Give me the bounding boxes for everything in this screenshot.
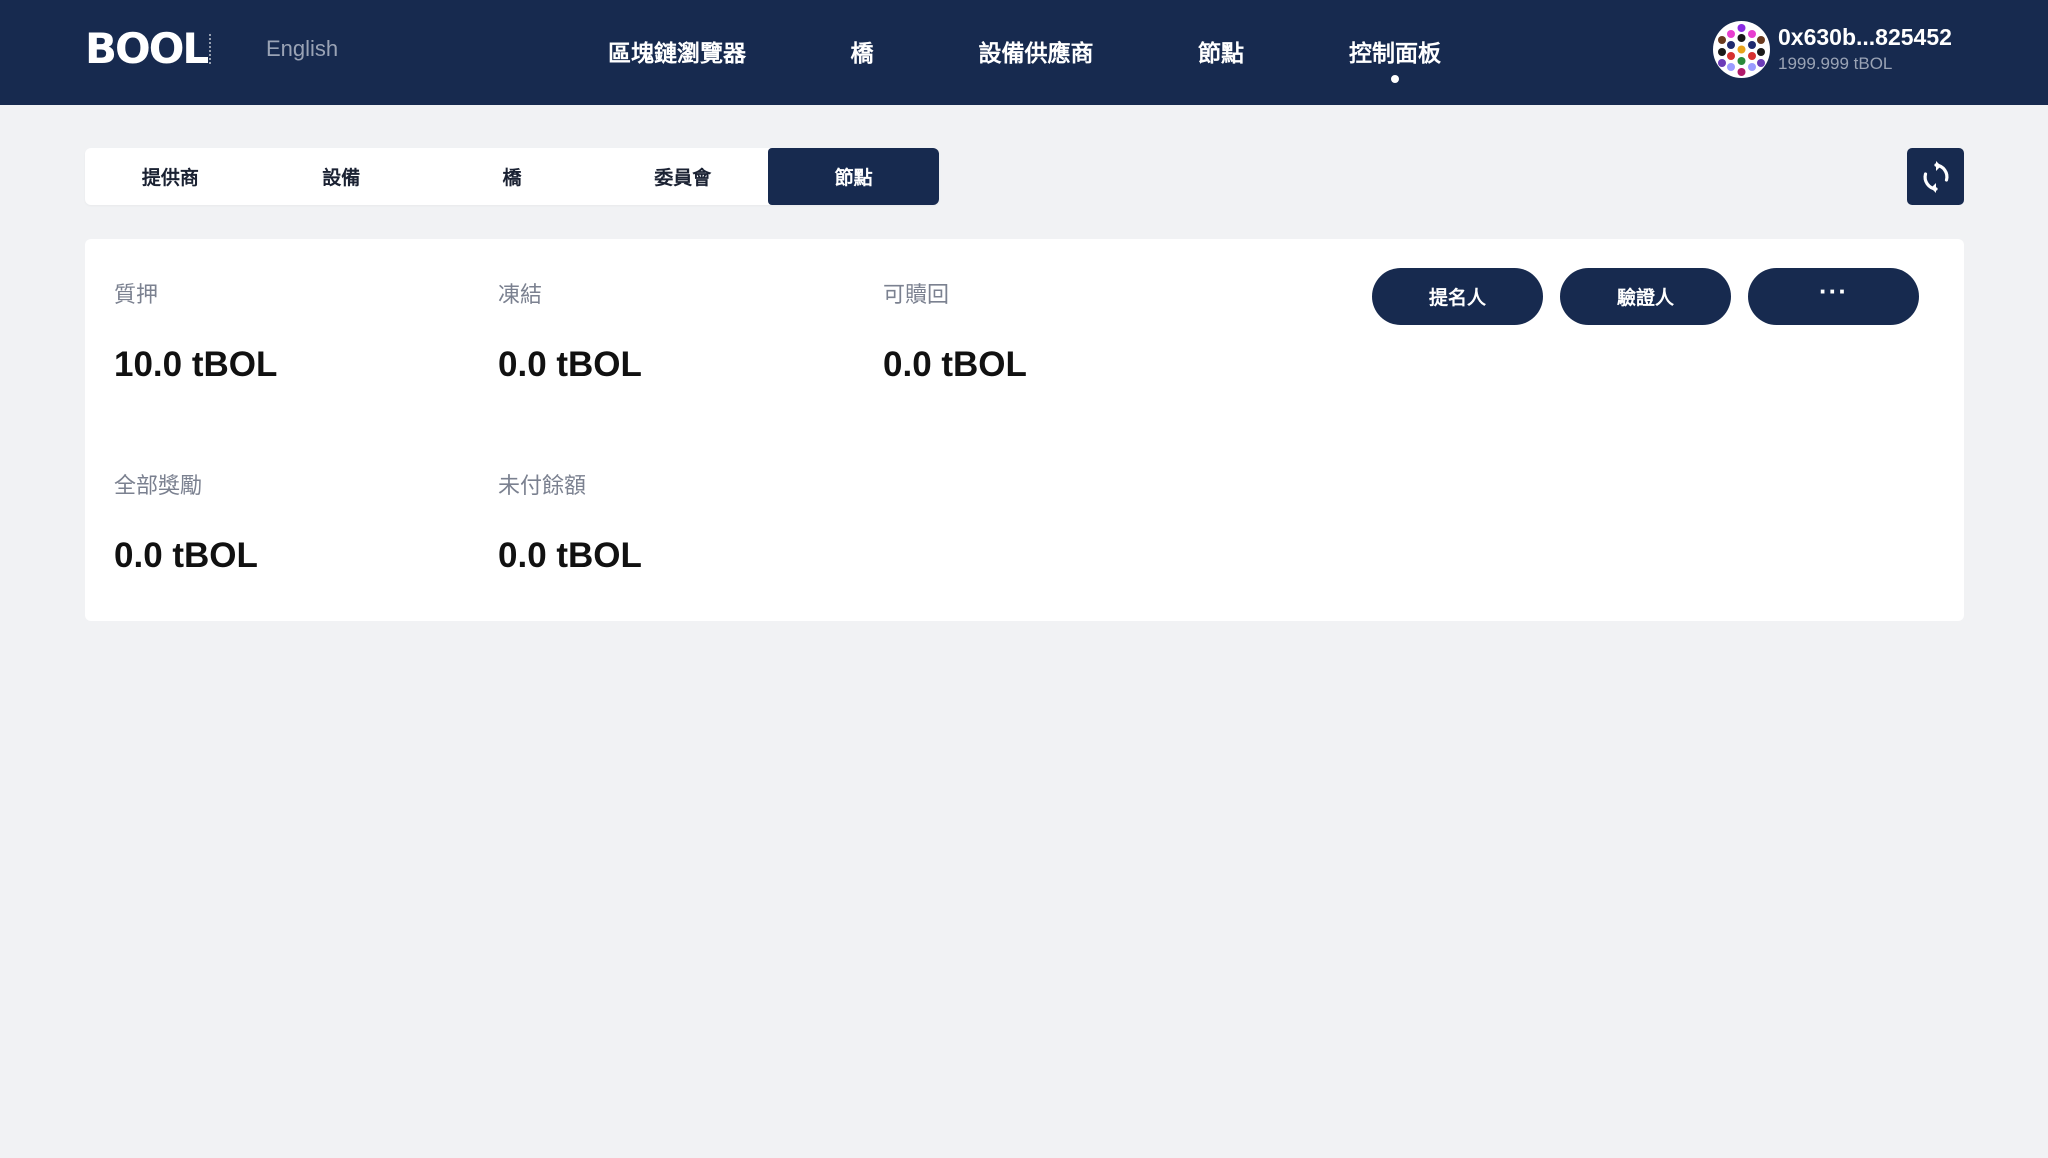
nav-item-dashboard-label: 控制面板 — [1349, 40, 1441, 66]
nav-item-dashboard[interactable]: 控制面板 — [1349, 34, 1441, 83]
nav-item-nodes[interactable]: 節點 — [1198, 34, 1244, 68]
identicon-icon — [1718, 23, 1765, 76]
tab-bridge[interactable]: 橋 — [427, 148, 598, 205]
account-widget[interactable]: 0x630b...825452 1999.999 tBOL — [1713, 20, 1952, 78]
nav-item-device-provider[interactable]: 設備供應商 — [979, 34, 1094, 68]
validator-button[interactable]: 驗證人 — [1560, 268, 1731, 325]
stat-value: 0.0 tBOL — [498, 536, 642, 575]
nav-item-bridge[interactable]: 橋 — [851, 34, 874, 68]
stat-label: 凍結 — [498, 282, 543, 307]
stat-total-rewards: 全部獎勵 0.0 tBOL — [114, 472, 258, 576]
stat-label: 可贖回 — [883, 282, 950, 307]
wallet-balance: 1999.999 tBOL — [1778, 54, 1893, 73]
stat-frozen: 凍結 0.0 tBOL — [498, 281, 642, 385]
refresh-icon — [1923, 160, 1948, 193]
nav-item-explorer[interactable]: 區塊鏈瀏覽器 — [608, 34, 746, 68]
nominator-button[interactable]: 提名人 — [1372, 268, 1543, 325]
node-stats-card: 質押 10.0 tBOL 凍結 0.0 tBOL 可贖回 0.0 tBOL 全部… — [85, 239, 1964, 621]
tab-committee[interactable]: 委員會 — [597, 148, 768, 205]
stat-label: 全部獎勵 — [114, 473, 203, 498]
stat-unpaid-balance: 未付餘額 0.0 tBOL — [498, 472, 642, 576]
stat-value: 0.0 tBOL — [883, 345, 1027, 384]
top-navigation-bar: BOOL English 區塊鏈瀏覽器 橋 設備供應商 節點 控制面板 0x63… — [0, 0, 2048, 105]
more-options-button[interactable]: ··· — [1748, 268, 1919, 325]
refresh-button[interactable] — [1907, 148, 1964, 205]
stat-redeemable: 可贖回 0.0 tBOL — [883, 281, 1027, 385]
stat-value: 0.0 tBOL — [114, 536, 258, 575]
wallet-address: 0x630b...825452 — [1778, 24, 1952, 50]
active-indicator-dot — [1391, 75, 1399, 83]
dashboard-tabs: 提供商 設備 橋 委員會 節點 — [85, 148, 939, 205]
stat-value: 10.0 tBOL — [114, 345, 278, 384]
stat-label: 未付餘額 — [498, 473, 587, 498]
tab-devices[interactable]: 設備 — [256, 148, 427, 205]
account-info: 0x630b...825452 1999.999 tBOL — [1778, 22, 1952, 76]
stat-staked: 質押 10.0 tBOL — [114, 281, 277, 385]
stat-value: 0.0 tBOL — [498, 345, 642, 384]
wallet-avatar[interactable] — [1713, 20, 1770, 78]
tab-providers[interactable]: 提供商 — [85, 148, 256, 205]
stat-label: 質押 — [114, 282, 159, 307]
more-icon: ··· — [1819, 276, 1848, 306]
tab-nodes[interactable]: 節點 — [768, 148, 939, 205]
